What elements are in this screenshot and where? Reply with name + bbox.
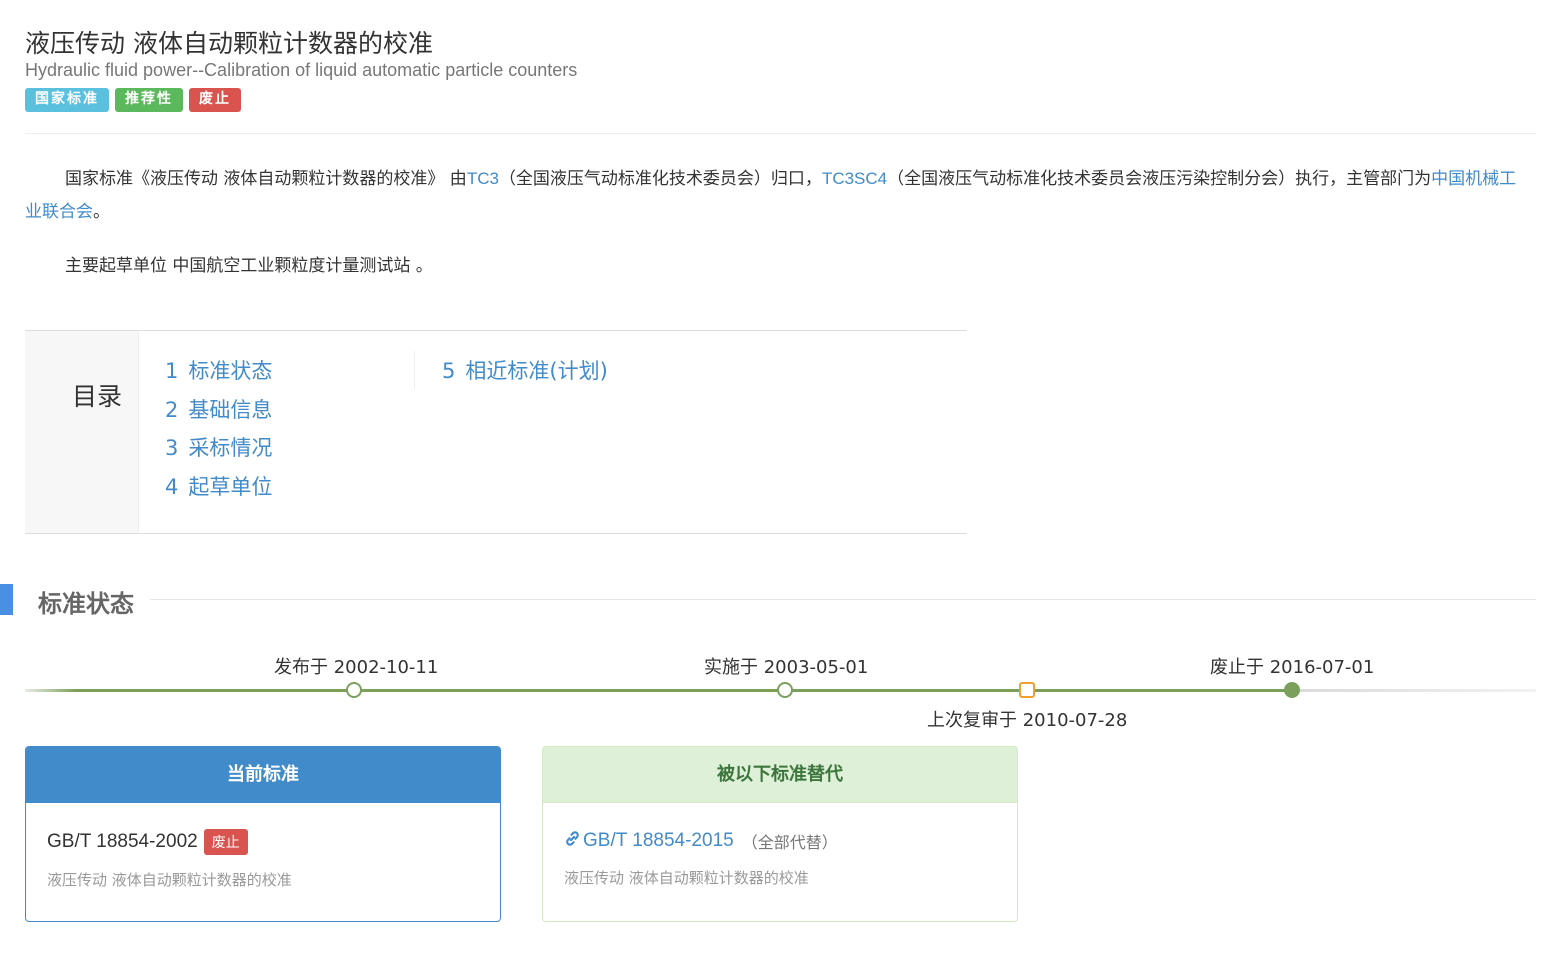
toc-item-basic-info[interactable]: 2 基础信息 [165,394,272,424]
intro-text: 国家标准《液压传动 液体自动颗粒计数器的校准》 由TC3（全国液压气动标准化技术… [25,162,1525,283]
replacement-standard-link[interactable]: GB/T 18854-2015 [583,830,734,852]
status-badges: 国家标准 推荐性 废止 [25,88,241,112]
intro-paragraph-1: 国家标准《液压传动 液体自动颗粒计数器的校准》 由TC3（全国液压气动标准化技术… [25,162,1525,229]
replacement-standard-body: GB/T 18854-2015 （全部代替） 液压传动 液体自动颗粒计数器的校准 [543,803,1017,888]
table-of-contents: 目录 1 标准状态 2 基础信息 3 采标情况 4 起草单位 5 相近标准(计划) [25,330,967,534]
current-standard-code-line: GB/T 18854-2002 废止 [47,829,479,855]
intro-text-segment: 国家标准《液压传动 液体自动颗粒计数器的校准》 由 [65,169,467,189]
toc-item-label: 标准状态 [188,359,273,383]
timeline-label-published: 发布于 2002-10-11 [274,657,439,678]
toc-item-adoption[interactable]: 3 采标情况 [165,432,272,462]
timeline-label-abolished: 废止于 2016-07-01 [1210,657,1375,678]
toc-item-similar[interactable]: 5 相近标准(计划) [442,355,608,385]
replacement-standard-code-line: GB/T 18854-2015 （全部代替） [564,829,996,853]
current-standard-body: GB/T 18854-2002 废止 液压传动 液体自动颗粒计数器的校准 [26,803,500,890]
timeline-progress-line [25,689,1292,692]
current-standard-header: 当前标准 [26,747,500,803]
toc-item-number: 1 [165,359,179,383]
sc-link[interactable]: TC3SC4 [822,169,887,188]
replacement-standard-card: 被以下标准替代 GB/T 18854-2015 （全部代替） 液压传动 液体自动… [542,746,1018,922]
toc-item-number: 4 [165,475,179,499]
replacement-note: （全部代替） [741,833,838,852]
intro-text-segment: （全国液压气动标准化技术委员会液压污染控制分会）执行，主管部门为 [887,169,1432,189]
current-standard-code: GB/T 18854-2002 [47,831,198,852]
current-standard-name: 液压传动 液体自动颗粒计数器的校准 [47,871,292,889]
timeline-label-reviewed: 上次复审于 2010-07-28 [927,710,1128,731]
page-title: 液压传动 液体自动颗粒计数器的校准 [25,29,433,58]
toc-item-drafters[interactable]: 4 起草单位 [165,471,272,501]
toc-item-number: 5 [442,359,456,383]
replacement-standard-header: 被以下标准替代 [543,747,1017,803]
toc-item-label: 采标情况 [188,436,273,460]
abolished-tag: 废止 [203,829,248,855]
toc-item-label: 基础信息 [188,398,273,422]
intro-paragraph-2: 主要起草单位 中国航空工业颗粒度计量测试站 。 [65,256,433,276]
timeline-node-reviewed [1019,682,1035,698]
link-icon [564,830,581,852]
toc-header: 目录 [25,331,139,533]
intro-text-segment: （全国液压气动标准化技术委员会）归口， [498,169,822,189]
badge-abolished: 废止 [189,88,241,112]
toc-item-label: 起草单位 [188,475,273,499]
section-accent-bar [0,584,13,615]
header-divider [25,133,1536,134]
toc-item-number: 2 [165,398,179,422]
timeline-remaining-line [1292,689,1536,692]
replacement-standard-name: 液压传动 液体自动颗粒计数器的校准 [564,869,809,887]
timeline-node-abolished [1284,682,1300,698]
tc-link[interactable]: TC3 [467,169,499,188]
timeline-node-published [346,682,362,698]
intro-text-segment: 。 [93,202,110,222]
toc-item-status[interactable]: 1 标准状态 [165,355,272,385]
toc-item-number: 3 [165,436,179,460]
badge-recommended: 推荐性 [115,88,183,112]
timeline-label-implemented: 实施于 2003-05-01 [704,657,869,678]
toc-item-label: 相近标准(计划) [465,359,608,383]
section-divider [150,599,1536,600]
page-subtitle-english: Hydraulic fluid power--Calibration of li… [25,60,578,80]
toc-label: 目录 [72,382,123,411]
timeline-node-implemented [777,682,793,698]
section-title-status: 标准状态 [38,590,134,618]
current-standard-card: 当前标准 GB/T 18854-2002 废止 液压传动 液体自动颗粒计数器的校… [25,746,501,922]
badge-national-standard: 国家标准 [25,88,109,112]
